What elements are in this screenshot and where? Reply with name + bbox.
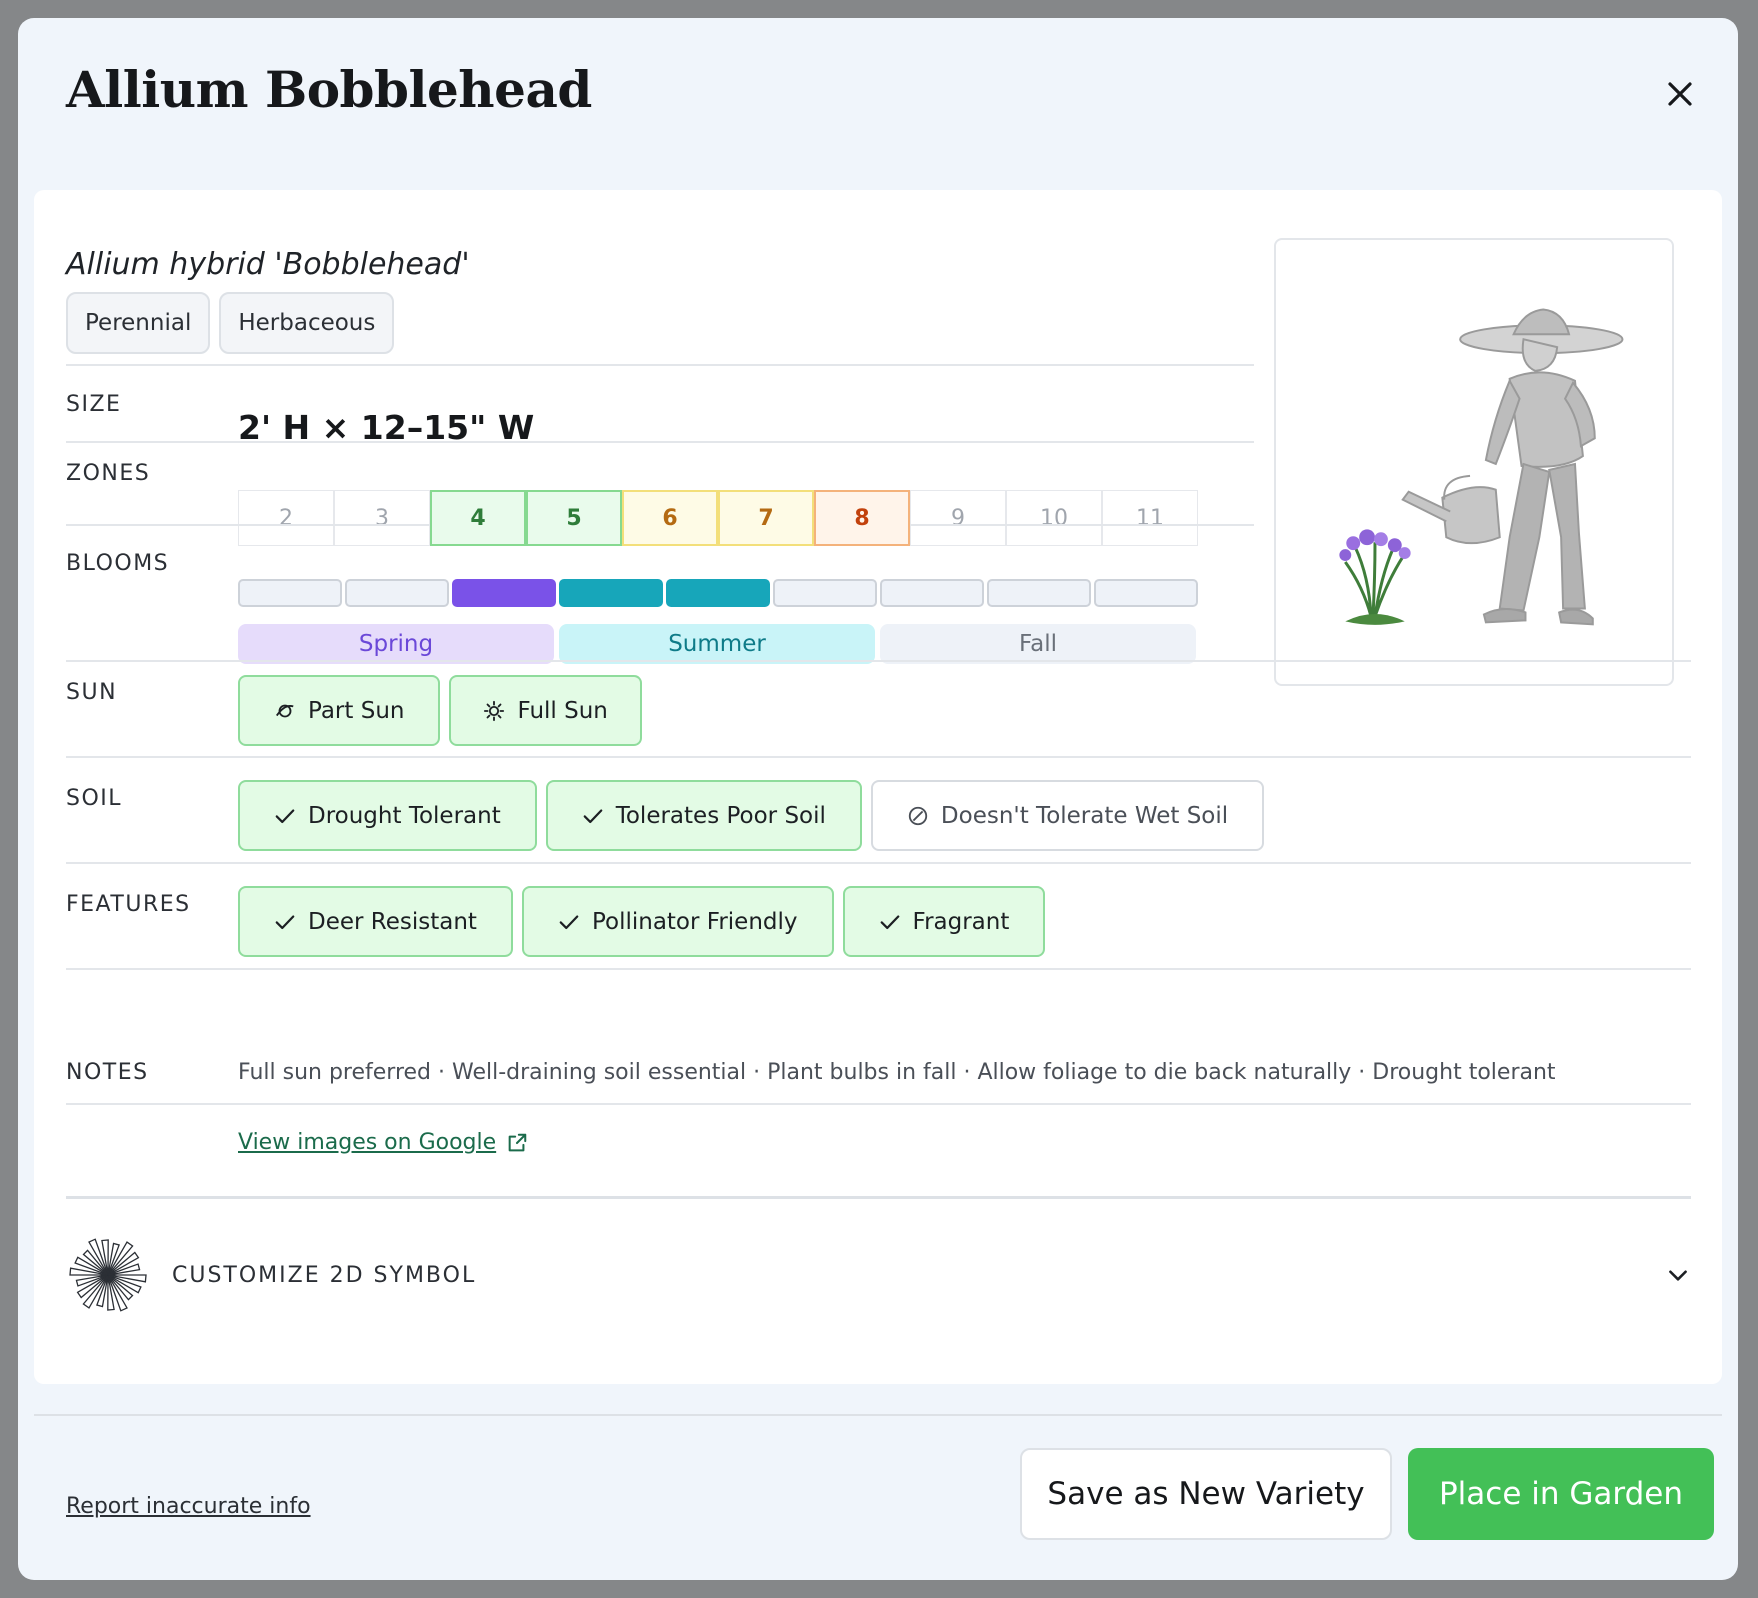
divider [66, 756, 1691, 758]
plant-type-tags: Perennial Herbaceous [66, 292, 395, 354]
footer-divider [34, 1414, 1722, 1416]
feature-chip-fragrant: Fragrant [842, 886, 1046, 957]
tag-herbaceous: Herbaceous [219, 292, 395, 354]
zone-9: 9 [910, 490, 1006, 546]
close-icon [1668, 82, 1692, 106]
customize-symbol-toggle[interactable]: CUSTOMIZE 2D SYMBOL [66, 1230, 1691, 1320]
zone-4: 4 [430, 490, 526, 546]
sun-label: SUN [66, 680, 118, 705]
notes-label: NOTES [66, 1060, 149, 1085]
features-label: FEATURES [66, 892, 191, 917]
zone-11: 11 [1102, 490, 1198, 546]
bloom-segment-9 [1094, 579, 1198, 607]
plant-illustration [1274, 238, 1674, 686]
page-title: Allium Bobblehead [66, 60, 592, 119]
soil-chips: Drought Tolerant Tolerates Poor Soil Doe… [238, 780, 1265, 851]
sun-chips: Part Sun Full Sun [238, 675, 642, 746]
bloom-segment-6 [773, 579, 877, 607]
zone-5: 5 [526, 490, 622, 546]
report-inaccurate-link[interactable]: Report inaccurate info [66, 1494, 311, 1519]
zone-2: 2 [238, 490, 334, 546]
blooms-label: BLOOMS [66, 551, 170, 576]
divider [238, 1103, 1691, 1105]
bloom-segment-4 [559, 579, 663, 607]
close-button[interactable] [1662, 76, 1698, 112]
hardiness-zones: 2 3 4 5 6 7 8 9 10 11 [238, 490, 1198, 546]
soil-label: SOIL [66, 786, 123, 811]
divider [66, 441, 1254, 443]
plant-detail-modal: Allium Bobblehead Allium hybrid 'Bobbleh… [18, 18, 1738, 1580]
divider [66, 364, 1254, 366]
chevron-down-icon [1669, 1270, 1687, 1281]
bloom-segment-5 [666, 579, 770, 607]
customize-symbol-label: CUSTOMIZE 2D SYMBOL [172, 1262, 477, 1288]
tag-perennial: Perennial [66, 292, 211, 354]
view-images-google-link[interactable]: View images on Google [238, 1130, 528, 1155]
plant-info-card: Allium hybrid 'Bobblehead' Perennial Her… [34, 190, 1722, 1384]
season-spring: Spring [238, 624, 554, 664]
feature-chips: Deer Resistant Pollinator Friendly Fragr… [238, 886, 1046, 957]
season-fall: Fall [880, 624, 1196, 664]
zone-8: 8 [814, 490, 910, 546]
bloom-segment-7 [880, 579, 984, 607]
zone-3: 3 [334, 490, 430, 546]
zones-label: ZONES [66, 461, 151, 486]
season-summer: Summer [559, 624, 875, 664]
soil-chip-no-wet-soil: Doesn't Tolerate Wet Soil [870, 780, 1265, 851]
check-icon [275, 914, 295, 929]
gardener-illustration [1339, 308, 1624, 626]
place-in-garden-button[interactable]: Place in Garden [1408, 1448, 1714, 1540]
bloom-segment-2 [345, 579, 449, 607]
feature-chip-deer-resistant: Deer Resistant [238, 886, 513, 957]
allium-plant [1339, 529, 1411, 625]
sun-chip-full-sun: Full Sun [449, 675, 642, 746]
divider [66, 862, 1691, 864]
part-sun-icon [275, 704, 294, 717]
bloom-calendar: Spring Summer Fall [238, 579, 1198, 664]
scientific-name: Allium hybrid 'Bobblehead' [66, 247, 470, 282]
sun-chip-part-sun: Part Sun [238, 675, 441, 746]
prohibited-icon [908, 806, 928, 825]
divider [66, 1196, 1691, 1199]
full-sun-icon [484, 700, 505, 721]
notes-text: Full sun preferred · Well-draining soil … [238, 1060, 1556, 1085]
check-icon [275, 808, 295, 823]
gardener-figure [1401, 308, 1624, 626]
divider [66, 660, 1691, 662]
zone-7: 7 [718, 490, 814, 546]
size-label: SIZE [66, 392, 122, 417]
divider [66, 968, 1691, 970]
2d-symbol-icon [69, 1238, 147, 1312]
check-icon [583, 808, 603, 823]
feature-chip-pollinator-friendly: Pollinator Friendly [521, 886, 834, 957]
bloom-segment-3 [452, 579, 556, 607]
bloom-segment-1 [238, 579, 342, 607]
bloom-segment-8 [987, 579, 1091, 607]
divider [66, 1103, 238, 1105]
save-new-variety-button[interactable]: Save as New Variety [1020, 1448, 1392, 1540]
soil-chip-tolerates-poor-soil: Tolerates Poor Soil [545, 780, 862, 851]
check-icon [559, 914, 579, 929]
zone-6: 6 [622, 490, 718, 546]
check-icon [880, 914, 899, 929]
external-link-icon [508, 1133, 527, 1151]
zone-10: 10 [1006, 490, 1102, 546]
soil-chip-drought-tolerant: Drought Tolerant [238, 780, 537, 851]
